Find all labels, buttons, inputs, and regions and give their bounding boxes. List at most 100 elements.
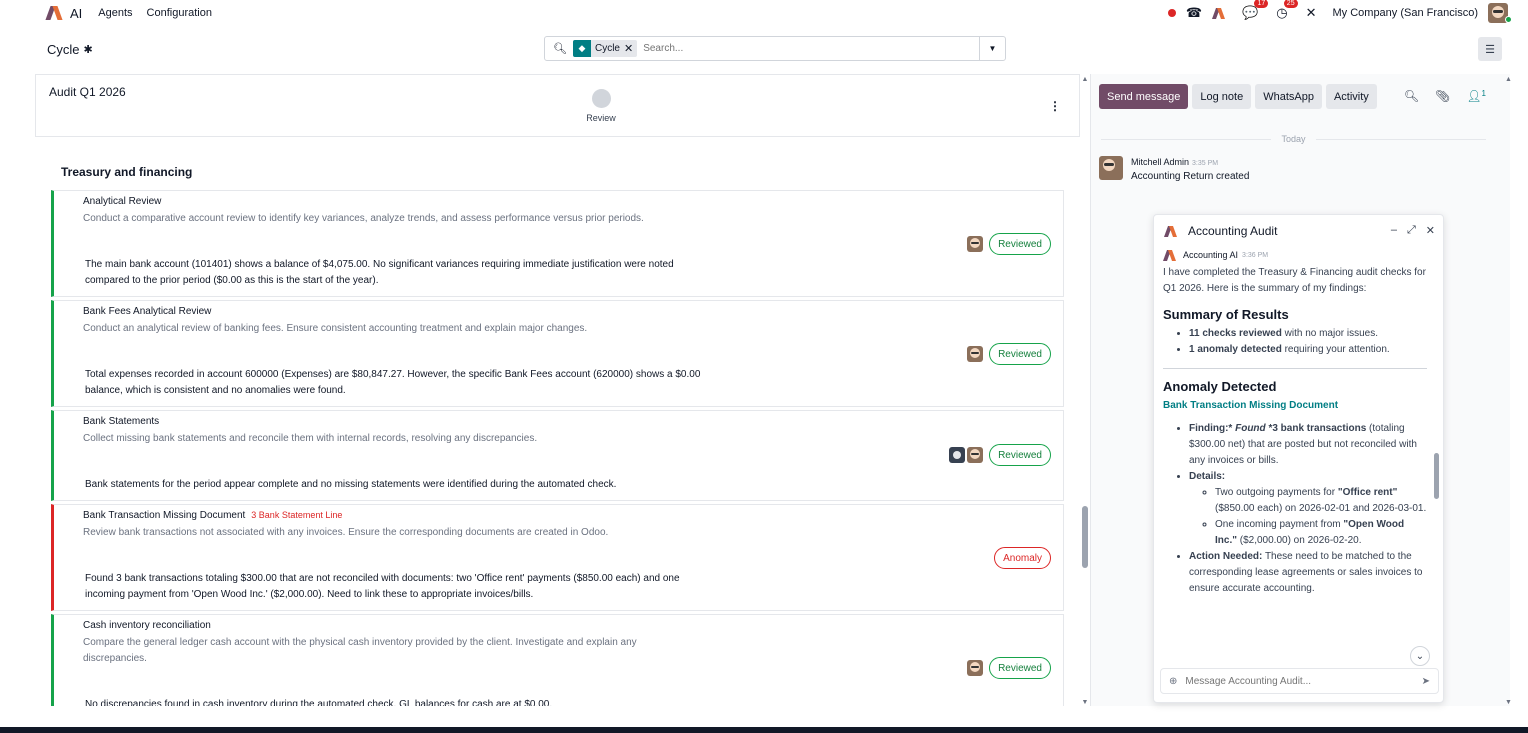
paperclip-icon[interactable]: 📎︎ — [1435, 89, 1450, 103]
scroll-up-icon[interactable]: ▲ — [1505, 76, 1513, 83]
scroll-up-icon[interactable]: ▲ — [1081, 76, 1089, 83]
chat-message-input[interactable] — [1185, 675, 1422, 687]
search-messages-icon[interactable]: 🔍︎ — [1404, 89, 1419, 103]
finding-italic: Found — [1232, 423, 1269, 434]
chat-window-header[interactable]: Accounting Audit – ⤢ ✕ — [1154, 215, 1443, 247]
search-icon[interactable]: 🔍︎ — [553, 42, 567, 55]
reviewer-avatar — [967, 447, 984, 463]
status-badge[interactable]: Reviewed — [989, 343, 1051, 365]
more-options-icon[interactable]: ⋮ — [1049, 99, 1061, 113]
form-scrollbar[interactable]: ▲ ▼ — [1081, 76, 1089, 706]
task-card[interactable]: Cash inventory reconciliation Compare th… — [51, 614, 1064, 706]
summary-2-bold: 1 anomaly detected — [1189, 344, 1282, 355]
app-logo-icon[interactable] — [45, 5, 64, 21]
gear-icon[interactable]: ✱ — [84, 43, 93, 56]
chat-badge: 17 — [1254, 0, 1269, 8]
breadcrumb-current: Cycle — [47, 42, 80, 57]
task-result: Found 3 bank transactions totaling $300.… — [85, 573, 680, 600]
chat-window-scrollbar[interactable] — [1434, 453, 1439, 499]
plus-circle-icon[interactable]: ⊕ — [1169, 676, 1177, 687]
divider — [1163, 368, 1427, 369]
task-card[interactable]: Bank Statements Collect missing bank sta… — [51, 410, 1064, 501]
settings-sliders-button[interactable]: ☰ — [1478, 37, 1502, 61]
list-item: Details: Two outgoing payments for "Offi… — [1189, 469, 1427, 549]
detail-2-b: ($2,000.00) on 2026-02-20. — [1236, 535, 1362, 546]
search-options-toggle[interactable]: ▼ — [979, 37, 1005, 60]
user-status-icon — [1505, 16, 1512, 23]
related-records-link[interactable]: 3 Bank Statement Line — [251, 510, 342, 520]
task-result: The main bank account (101401) shows a b… — [85, 259, 674, 286]
minimize-icon[interactable]: – — [1391, 224, 1397, 237]
task-description: Review bank transactions not associated … — [83, 527, 609, 538]
scroll-down-icon[interactable]: ▼ — [1505, 699, 1512, 706]
task-card[interactable]: Analytical Review Conduct a comparative … — [51, 190, 1064, 297]
form-view: Audit Q1 2026 Review ⋮ Treasury and fina… — [35, 74, 1080, 706]
ai-author-name: Accounting AI — [1183, 250, 1239, 260]
status-badge[interactable]: Anomaly — [994, 547, 1051, 569]
menu-configuration[interactable]: Configuration — [147, 7, 212, 19]
finding-bold: *3 bank transactions — [1268, 423, 1367, 434]
scroll-thumb[interactable] — [1082, 506, 1088, 568]
company-switcher[interactable]: My Company (San Francisco) — [1333, 7, 1479, 19]
summary-1-bold: 11 checks reviewed — [1189, 328, 1282, 339]
detail-1-a: Two outgoing payments for — [1215, 487, 1338, 498]
activity-button[interactable]: Activity — [1325, 84, 1377, 109]
expand-icon[interactable]: ⤢ — [1407, 224, 1416, 237]
task-status-area: Reviewed — [967, 233, 1051, 255]
followers-icon[interactable]: 👤︎1 — [1466, 89, 1486, 103]
menu-agents[interactable]: Agents — [98, 7, 132, 19]
breadcrumb: Cycle ✱ — [47, 42, 93, 57]
chatter-message: Mitchell Admin 3:35 PM Accounting Return … — [1099, 156, 1249, 182]
chatter-scrollbar[interactable]: ▲ ▼ — [1505, 76, 1513, 706]
message-author[interactable]: Mitchell Admin — [1131, 157, 1189, 167]
list-item: Two outgoing payments for "Office rent" … — [1215, 485, 1427, 517]
search-input[interactable] — [643, 43, 979, 54]
whatsapp-button[interactable]: WhatsApp — [1255, 84, 1322, 109]
remove-facet-icon[interactable]: ✕ — [624, 42, 637, 55]
scroll-to-bottom-icon[interactable]: ⌄ — [1410, 646, 1430, 666]
task-card-anomaly[interactable]: Bank Transaction Missing Document 3 Bank … — [51, 504, 1064, 611]
detail-2-a: One incoming payment from — [1215, 519, 1344, 530]
task-name: Bank Statements — [83, 416, 160, 427]
message-time: 3:35 PM — [1192, 160, 1219, 167]
status-badge[interactable]: Reviewed — [989, 233, 1051, 255]
detail-1-bold: "Office rent" — [1337, 487, 1398, 498]
task-card[interactable]: Bank Fees Analytical Review Conduct an a… — [51, 300, 1064, 407]
author-avatar[interactable] — [1099, 156, 1123, 180]
send-message-button[interactable]: Send message — [1099, 84, 1189, 109]
task-name: Bank Fees Analytical Review — [83, 306, 212, 317]
chat-icon[interactable]: 💬 17 — [1242, 0, 1269, 21]
recording-indicator-icon[interactable] — [1167, 9, 1176, 17]
status-badge[interactable]: Reviewed — [989, 657, 1051, 679]
app-name[interactable]: AI — [70, 6, 82, 21]
action-label: Action Needed: — [1189, 551, 1263, 562]
chatter-actions: Send message Log note WhatsApp Activity — [1099, 84, 1377, 109]
detail-1-b: ($850.00 each) on 2026-02-01 and 2026-03… — [1215, 503, 1427, 514]
clock-icon[interactable]: ◷ 25 — [1276, 0, 1298, 21]
task-name: Cash inventory reconciliation — [83, 620, 211, 631]
stage-review[interactable]: Review — [586, 89, 616, 124]
log-note-button[interactable]: Log note — [1192, 84, 1252, 109]
activity-badge: 25 — [1283, 0, 1298, 8]
control-panel: Cycle ✱ 🔍︎ ◆ Cycle ✕ ▼ ☰ — [0, 32, 1528, 66]
ai-message-time: 3:36 PM — [1242, 251, 1269, 259]
send-icon[interactable]: ➤ — [1422, 676, 1430, 687]
ai-intro-text: I have completed the Treasury & Financin… — [1163, 267, 1426, 294]
task-status-area: Reviewed — [967, 343, 1051, 365]
close-icon[interactable]: ✕ — [1426, 224, 1435, 237]
task-description: Compare the general ledger cash account … — [83, 637, 637, 664]
chat-window-title: Accounting Audit — [1188, 224, 1278, 238]
anomaly-list: Finding:* Found *3 bank transactions (to… — [1177, 421, 1427, 597]
search-bar[interactable]: 🔍︎ ◆ Cycle ✕ ▼ — [544, 36, 1006, 61]
summary-heading: Summary of Results — [1163, 307, 1289, 322]
phone-icon[interactable]: ☎ — [1186, 5, 1202, 21]
ai-logo-icon[interactable] — [1212, 7, 1226, 19]
summary-1-text: with no major issues. — [1281, 328, 1379, 339]
systray: ☎ 💬 17 ◷ 25 ✕ My Company (San Francisco) — [1167, 0, 1508, 24]
scroll-down-icon[interactable]: ▼ — [1081, 699, 1089, 706]
section-title: Treasury and financing — [61, 165, 193, 179]
status-badge[interactable]: Reviewed — [989, 444, 1051, 466]
task-status-area: Reviewed — [949, 444, 1051, 466]
chat-composer: ⊕ ➤ — [1160, 668, 1439, 694]
tools-icon[interactable]: ✕ — [1306, 5, 1317, 21]
